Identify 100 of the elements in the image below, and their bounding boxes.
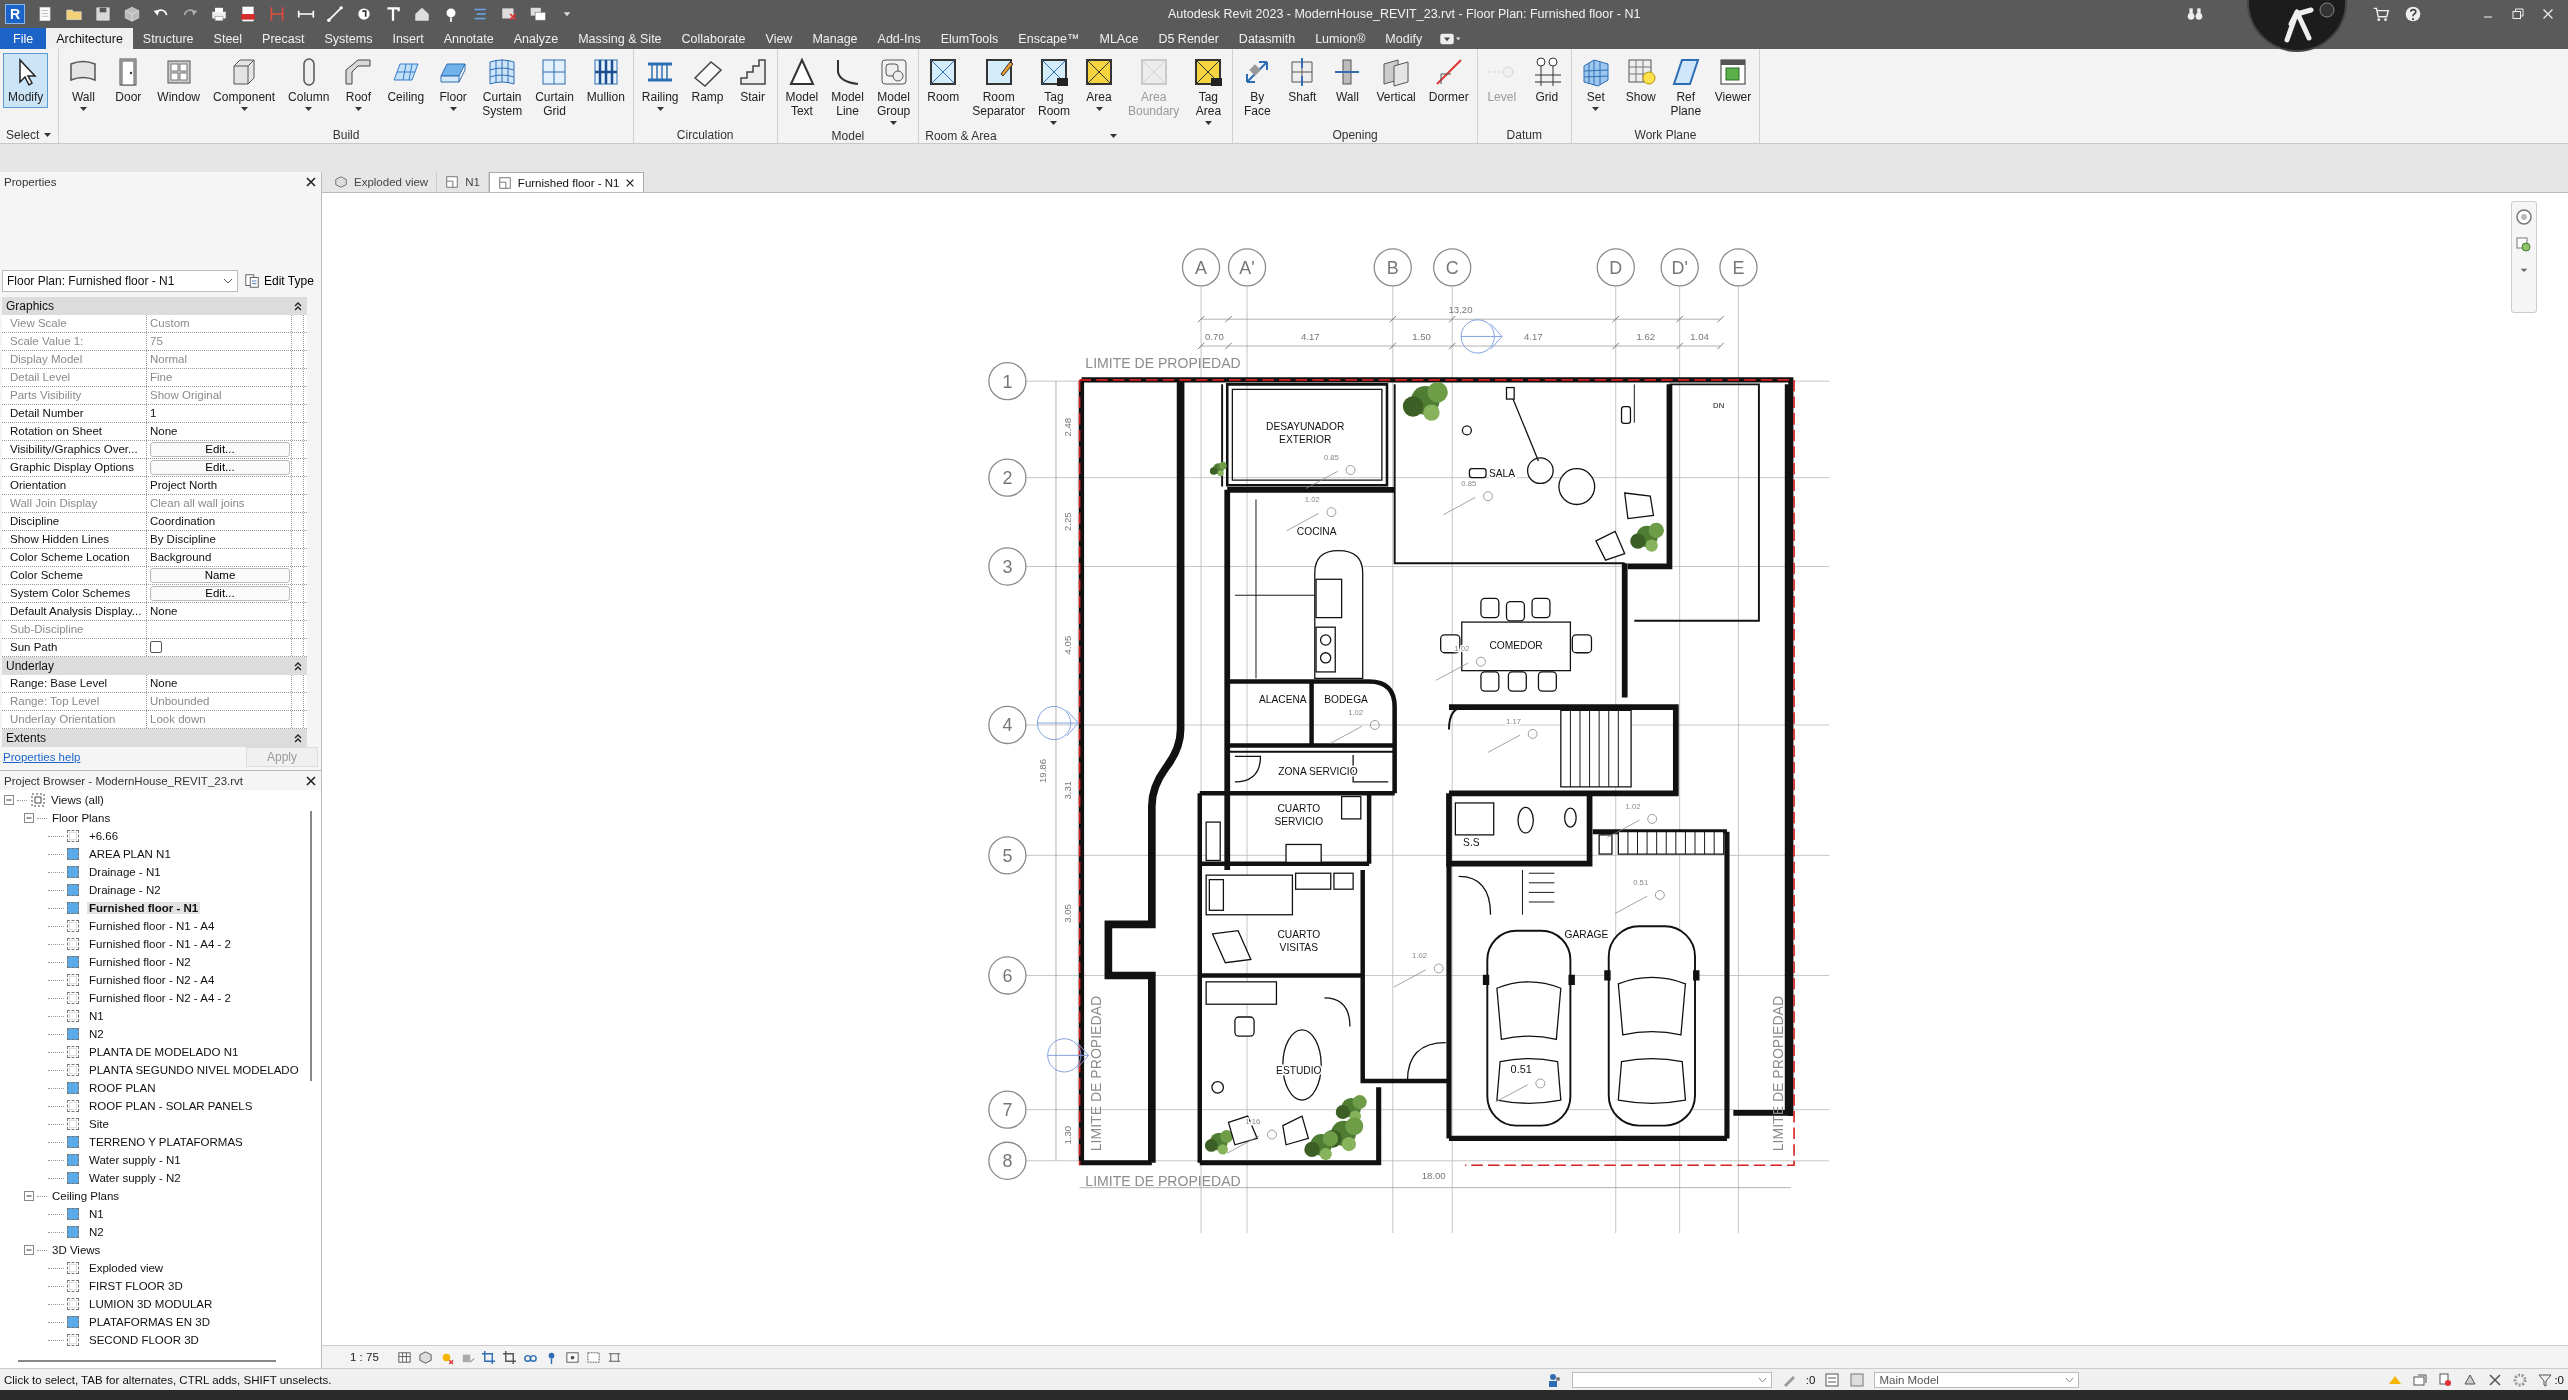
tree-group[interactable]: Views (all) [49, 794, 106, 806]
tool-button[interactable]: Model Group [871, 53, 916, 129]
tree-item[interactable]: SECOND FLOOR 3D [87, 1334, 201, 1346]
scrollbar[interactable] [18, 1360, 276, 1362]
tree-item[interactable]: FIRST FLOOR 3D [87, 1280, 185, 1292]
tool-button[interactable]: Window [152, 53, 206, 108]
drag-icon[interactable] [2487, 1371, 2504, 1388]
tool-button[interactable]: Roof [337, 53, 380, 115]
tool-button[interactable]: Curtain System [477, 53, 528, 122]
underlay-icon[interactable] [2412, 1371, 2429, 1388]
tool-button[interactable]: Ref Plane [1664, 53, 1707, 122]
tool-button[interactable]: Wall [1326, 53, 1369, 108]
tool-button[interactable]: Door [107, 53, 150, 108]
tool-button[interactable]: Viewer [1709, 53, 1757, 108]
tree-item[interactable]: N1 [87, 1010, 106, 1022]
ribbon-tab[interactable]: Steel [203, 28, 253, 49]
edit-button[interactable]: Edit... [150, 441, 290, 457]
ribbon-tab[interactable]: Lumion® [1305, 28, 1376, 49]
ribbon-tab[interactable]: Structure [132, 28, 204, 49]
switch-windows-icon[interactable] [529, 5, 547, 23]
visual-style-icon[interactable] [417, 1349, 433, 1365]
tree-item[interactable]: AREA PLAN N1 [87, 848, 173, 860]
document-tab[interactable]: Furnished floor - N1 [488, 172, 645, 192]
close-icon[interactable] [305, 175, 317, 188]
house-icon[interactable] [413, 5, 431, 23]
tool-button[interactable]: Railing [636, 53, 684, 115]
tree-group[interactable]: Floor Plans [50, 812, 113, 824]
detail-level-icon[interactable] [396, 1349, 412, 1365]
design-option-dropdown[interactable]: Main Model [1874, 1371, 2080, 1388]
temporary-view-icon[interactable] [585, 1349, 601, 1365]
tool-button[interactable]: Set [1574, 53, 1617, 115]
filter-icon[interactable] [2537, 1371, 2554, 1388]
tree-item[interactable]: Water supply - N1 [87, 1154, 183, 1166]
tool-button[interactable]: Stair [731, 53, 774, 108]
checkbox[interactable] [150, 641, 162, 654]
pinned-icon[interactable] [2437, 1371, 2454, 1388]
tool-button[interactable]: Grid [1525, 53, 1568, 108]
ribbon-tab[interactable]: ElumTools [930, 28, 1009, 49]
tree-item[interactable]: Furnished floor - N2 - A4 - 2 [87, 992, 233, 1004]
tree-item[interactable]: Furnished floor - N1 - A4 [87, 920, 217, 932]
ribbon-tab[interactable]: Systems [314, 28, 383, 49]
tree-item[interactable]: Drainage - N1 [87, 866, 163, 878]
tree-item[interactable]: Furnished floor - N1 - A4 - 2 [87, 938, 233, 950]
ribbon-tab[interactable]: Manage [802, 28, 868, 49]
navigation-bar[interactable] [2511, 201, 2537, 313]
tree-item[interactable]: PLATAFORMAS EN 3D [87, 1316, 212, 1328]
ribbon-tab[interactable]: Insert [382, 28, 434, 49]
crop-region-icon[interactable] [501, 1349, 517, 1365]
ribbon-tab[interactable]: Massing & Site [568, 28, 672, 49]
tool-button[interactable]: Dormer [1423, 53, 1474, 108]
tree-item[interactable]: N2 [87, 1226, 106, 1238]
tool-button[interactable]: Room Separator [967, 53, 1030, 122]
tree-item[interactable]: LUMION 3D MODULAR [87, 1298, 215, 1310]
tag-icon[interactable] [355, 5, 373, 23]
diagonal-icon[interactable] [326, 5, 344, 23]
tree-item[interactable]: ROOF PLAN [87, 1082, 158, 1094]
ribbon-tab[interactable]: D5 Render [1148, 28, 1229, 49]
tool-button[interactable]: Tag Room [1033, 53, 1075, 129]
tool-button[interactable]: Room [922, 53, 965, 108]
app-logo[interactable]: R [5, 4, 25, 24]
tool-button[interactable]: Area [1078, 53, 1120, 115]
crop-icon[interactable] [480, 1349, 496, 1365]
tool-button[interactable]: By Face [1236, 53, 1279, 122]
ribbon-tab[interactable]: Add-Ins [867, 28, 931, 49]
edit-button[interactable]: Edit... [150, 585, 290, 601]
ribbon-tab[interactable]: Architecture [46, 28, 133, 49]
tool-button[interactable]: Shaft [1281, 53, 1324, 108]
scrollbar[interactable] [310, 811, 312, 1081]
ribbon-tab[interactable]: Enscape™ [1008, 28, 1090, 49]
gear-icon[interactable] [2512, 1371, 2529, 1388]
tool-button[interactable]: Show [1619, 53, 1662, 108]
tree-item[interactable]: PLANTA DE MODELADO N1 [87, 1046, 241, 1058]
tree-item[interactable]: ROOF PLAN - SOLAR PANELS [87, 1100, 255, 1112]
tree-item[interactable]: Furnished floor - N2 - A4 [87, 974, 217, 986]
save-icon[interactable] [94, 5, 112, 23]
hidden-elements-icon[interactable] [564, 1349, 580, 1365]
collapse-icon[interactable] [293, 300, 303, 311]
tool-button[interactable]: Mullion [581, 53, 630, 108]
document-icon[interactable] [36, 5, 54, 23]
view-scale[interactable]: 1 : 75 [350, 1351, 379, 1363]
tool-button[interactable]: Model Line [826, 53, 869, 122]
tool-button[interactable]: Vertical [1371, 53, 1421, 108]
caret-icon[interactable] [223, 278, 233, 285]
tool-button[interactable]: Ceiling [382, 53, 430, 108]
tool-button[interactable]: Wall [62, 53, 105, 115]
ribbon-tab[interactable]: Precast [252, 28, 315, 49]
close-views-icon[interactable] [500, 5, 518, 23]
tool-button[interactable]: Curtain Grid [530, 53, 579, 122]
tool-button[interactable]: Column [283, 53, 335, 115]
ribbon-tab[interactable]: File [0, 28, 47, 49]
edit-button[interactable]: Name [150, 567, 290, 583]
tree-group[interactable]: Ceiling Plans [50, 1190, 122, 1202]
ribbon-tab[interactable]: View [755, 28, 803, 49]
tool-button[interactable]: Floor [432, 53, 475, 115]
tree-item[interactable]: Site [87, 1118, 111, 1130]
cart-icon[interactable] [2372, 5, 2390, 23]
edit-button[interactable]: Edit... [150, 459, 290, 475]
zoom-icon[interactable] [2515, 236, 2533, 254]
collapse-icon[interactable] [293, 660, 303, 671]
tree-item[interactable]: Furnished floor - N1 [87, 902, 201, 914]
